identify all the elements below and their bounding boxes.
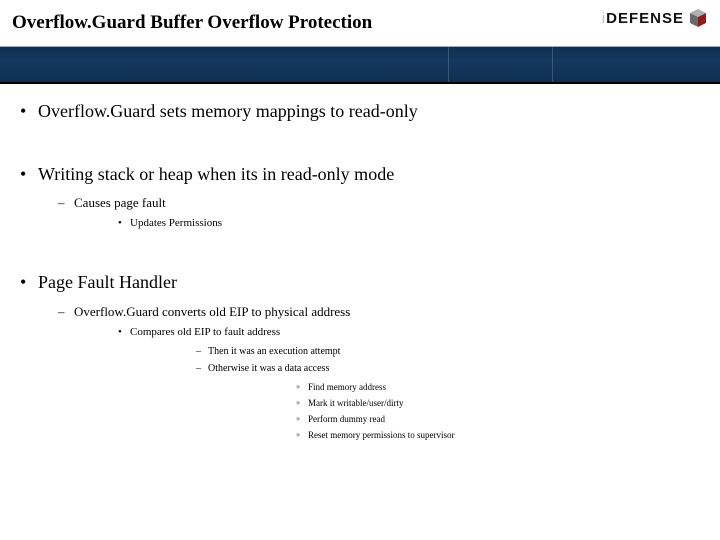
- cube-icon: [688, 8, 708, 28]
- bullet-l1: Page Fault Handler Overflow.Guard conver…: [20, 271, 700, 442]
- content-area: Overflow.Guard sets memory mappings to r…: [20, 100, 700, 464]
- bullet-l5: Reset memory permissions to supervisor: [208, 430, 700, 441]
- slide-title: Overflow.Guard Buffer Overflow Protectio…: [0, 12, 372, 34]
- bullet-l2: Overflow.Guard converts old EIP to physi…: [38, 304, 700, 442]
- bullet-l1: Overflow.Guard sets memory mappings to r…: [20, 100, 700, 123]
- slide: Overflow.Guard Buffer Overflow Protectio…: [0, 0, 720, 540]
- bullet-l5: Find memory address: [208, 382, 700, 393]
- bullet-l5: Mark it writable/user/dirty: [208, 398, 700, 409]
- header-band: [0, 46, 720, 84]
- bullet-l3: Updates Permissions: [74, 217, 700, 231]
- bullet-l4: Then it was an execution attempt: [130, 346, 700, 359]
- bullet-l5: Perform dummy read: [208, 414, 700, 425]
- bullet-l2: Causes page fault Updates Permissions: [38, 195, 700, 231]
- bullet-l4: Otherwise it was a data access Find memo…: [130, 363, 700, 442]
- bullet-l3: Compares old EIP to fault address Then i…: [74, 326, 700, 442]
- bullet-list: Overflow.Guard sets memory mappings to r…: [20, 100, 700, 442]
- brand-logo: iDEFENSE: [602, 8, 708, 28]
- bullet-l1: Writing stack or heap when its in read-o…: [20, 163, 700, 232]
- logo-text: iDEFENSE: [602, 10, 684, 27]
